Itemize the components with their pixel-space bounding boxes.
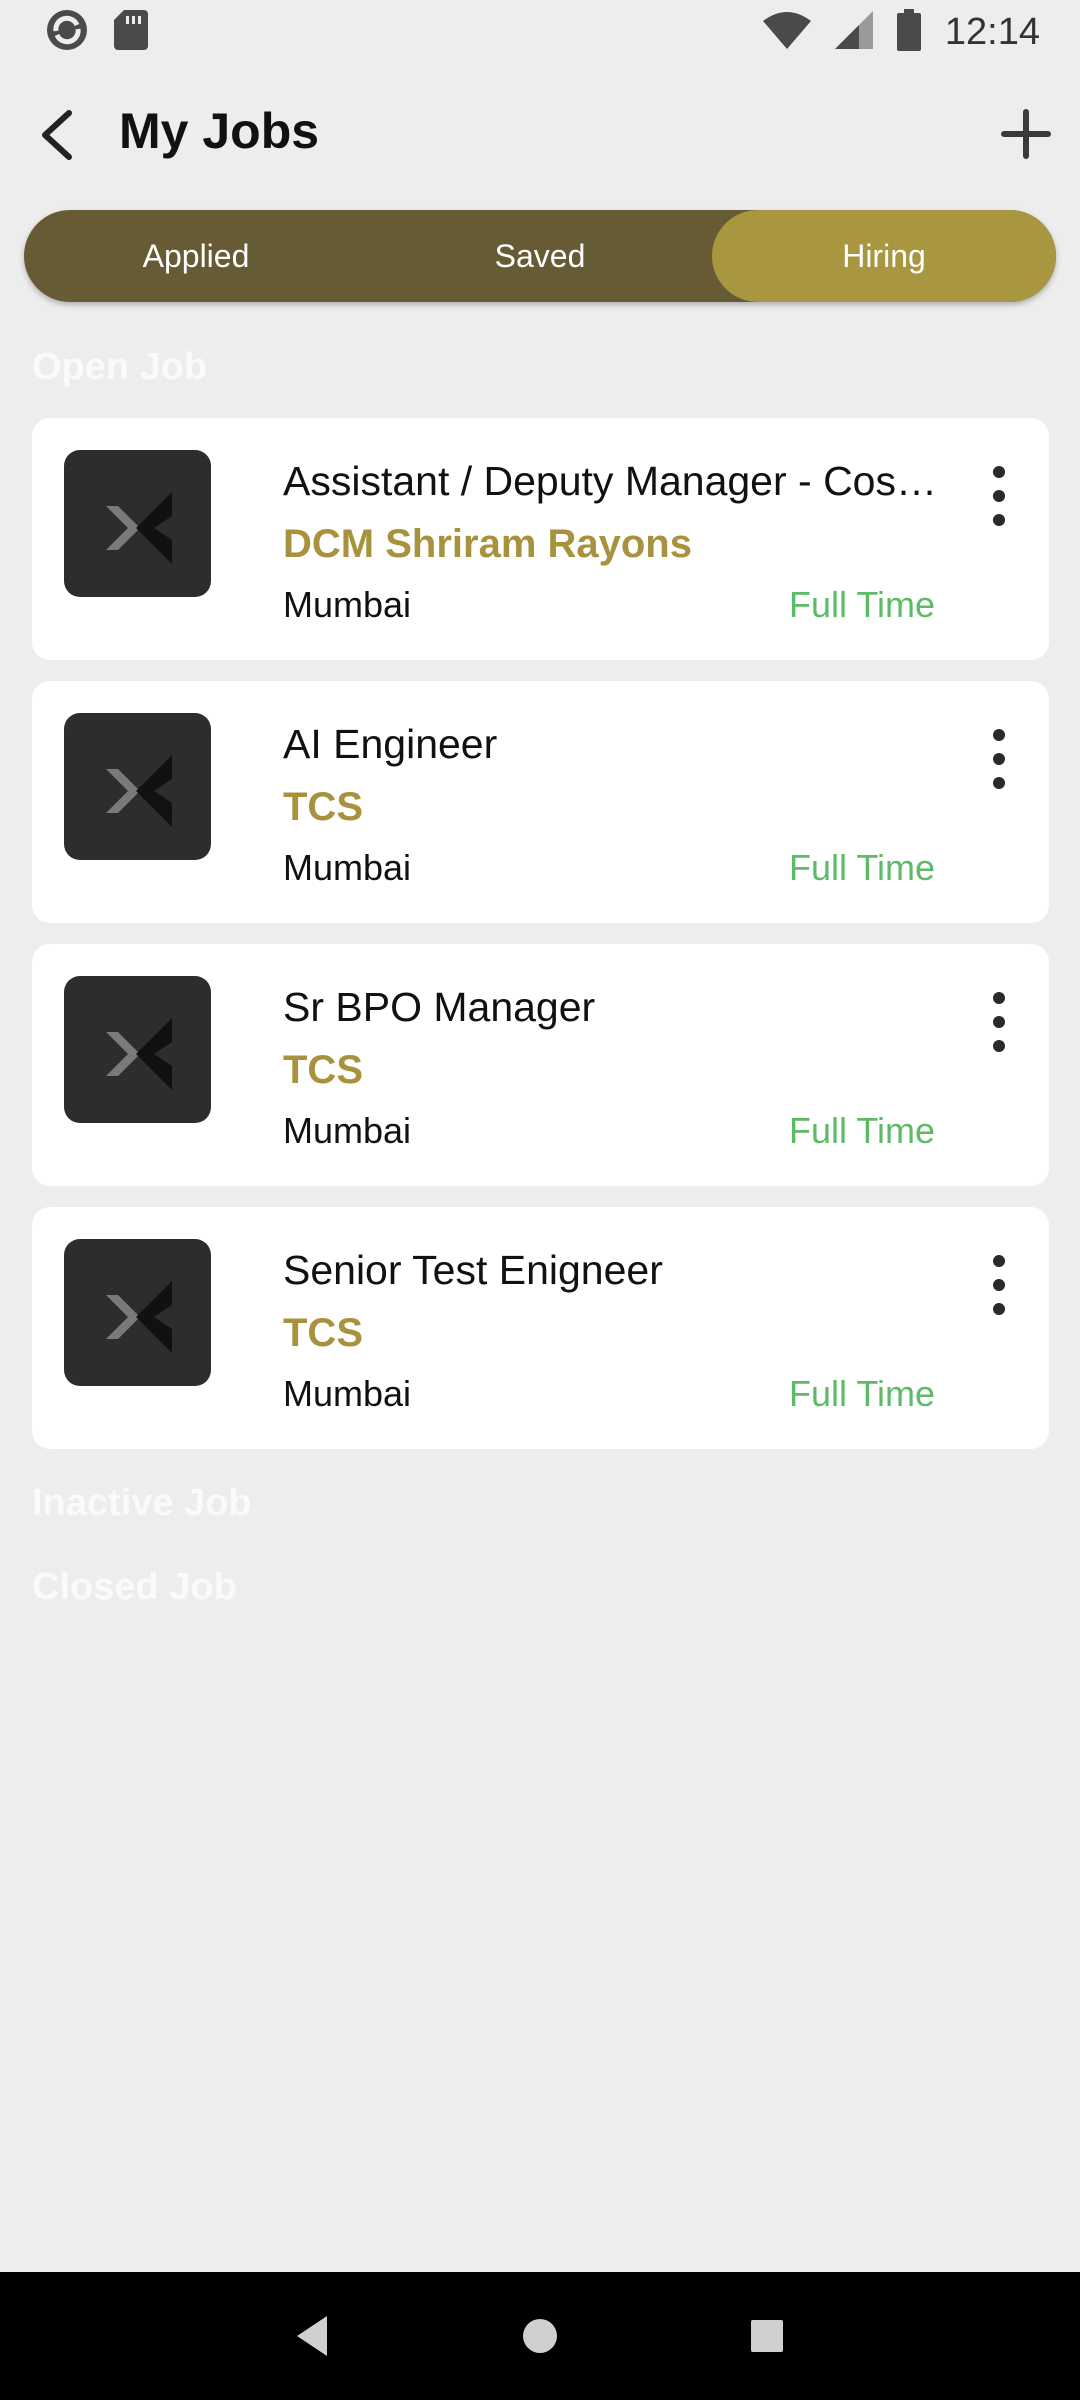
section-closed-job[interactable]: Closed Job [32, 1566, 237, 1609]
logo-chevrons-icon [105, 1017, 172, 1090]
company-logo [64, 450, 211, 597]
job-card[interactable]: Sr BPO Manager TCS Mumbai Full Time [32, 944, 1049, 1186]
logo-chevrons-icon [105, 491, 172, 564]
system-nav-bar [0, 2272, 1080, 2400]
more-options-icon[interactable] [981, 729, 1017, 789]
job-location: Mumbai [283, 584, 412, 625]
job-location: Mumbai [283, 847, 412, 888]
tab-hiring[interactable]: Hiring [712, 210, 1056, 302]
status-bar: 12:14 [0, 0, 1080, 64]
company-name: TCS [283, 1048, 363, 1092]
job-card[interactable]: AI Engineer TCS Mumbai Full Time [32, 681, 1049, 923]
wifi-icon [762, 11, 811, 54]
job-type: Full Time [789, 1110, 936, 1151]
nav-recents-icon [750, 2320, 783, 2352]
company-logo [64, 713, 211, 860]
nav-home-icon [522, 2319, 557, 2353]
more-options-icon[interactable] [981, 466, 1017, 526]
nav-back-button[interactable] [273, 2296, 353, 2376]
nav-back-icon [297, 2316, 328, 2356]
job-title: Sr BPO Manager [283, 984, 596, 1030]
sd-card-icon [114, 9, 148, 55]
job-title: Assistant / Deputy Manager - Cos… [283, 458, 937, 504]
my-jobs-screen: 12:14 My Jobs Applied Saved Hiring Open … [0, 0, 1080, 2400]
plus-icon [1001, 109, 1051, 159]
app-sync-icon [44, 7, 90, 58]
company-logo [64, 1239, 211, 1386]
battery-icon [896, 8, 921, 56]
job-type: Full Time [789, 584, 936, 625]
job-type: Full Time [789, 847, 936, 888]
logo-chevrons-icon [105, 754, 172, 827]
section-inactive-job[interactable]: Inactive Job [32, 1482, 252, 1525]
app-bar: My Jobs [0, 64, 1080, 204]
back-arrow-icon [42, 110, 72, 160]
nav-recents-button[interactable] [727, 2296, 807, 2376]
page-title: My Jobs [119, 103, 320, 159]
job-title: Senior Test Enigneer [283, 1247, 663, 1293]
section-open-job[interactable]: Open Job [32, 346, 207, 389]
cell-signal-icon [834, 10, 873, 54]
job-title: AI Engineer [283, 721, 498, 767]
company-name: TCS [283, 1311, 363, 1355]
job-tabs: Applied Saved Hiring [24, 210, 1056, 302]
job-type: Full Time [789, 1373, 936, 1414]
back-button[interactable] [22, 100, 92, 170]
more-options-icon[interactable] [981, 1255, 1017, 1315]
job-card[interactable]: Senior Test Enigneer TCS Mumbai Full Tim… [32, 1207, 1049, 1449]
status-time: 12:14 [944, 10, 1040, 53]
company-name: DCM Shriram Rayons [283, 522, 692, 566]
company-logo [64, 976, 211, 1123]
job-location: Mumbai [283, 1110, 412, 1151]
tab-saved[interactable]: Saved [368, 210, 712, 302]
company-name: TCS [283, 785, 363, 829]
tab-applied[interactable]: Applied [24, 210, 368, 302]
nav-home-button[interactable] [500, 2296, 580, 2376]
job-list: Assistant / Deputy Manager - Cos… DCM Sh… [32, 418, 1049, 1470]
job-card[interactable]: Assistant / Deputy Manager - Cos… DCM Sh… [32, 418, 1049, 660]
logo-chevrons-icon [105, 1280, 172, 1353]
more-options-icon[interactable] [981, 992, 1017, 1052]
job-location: Mumbai [283, 1373, 412, 1414]
add-job-button[interactable] [988, 96, 1064, 172]
